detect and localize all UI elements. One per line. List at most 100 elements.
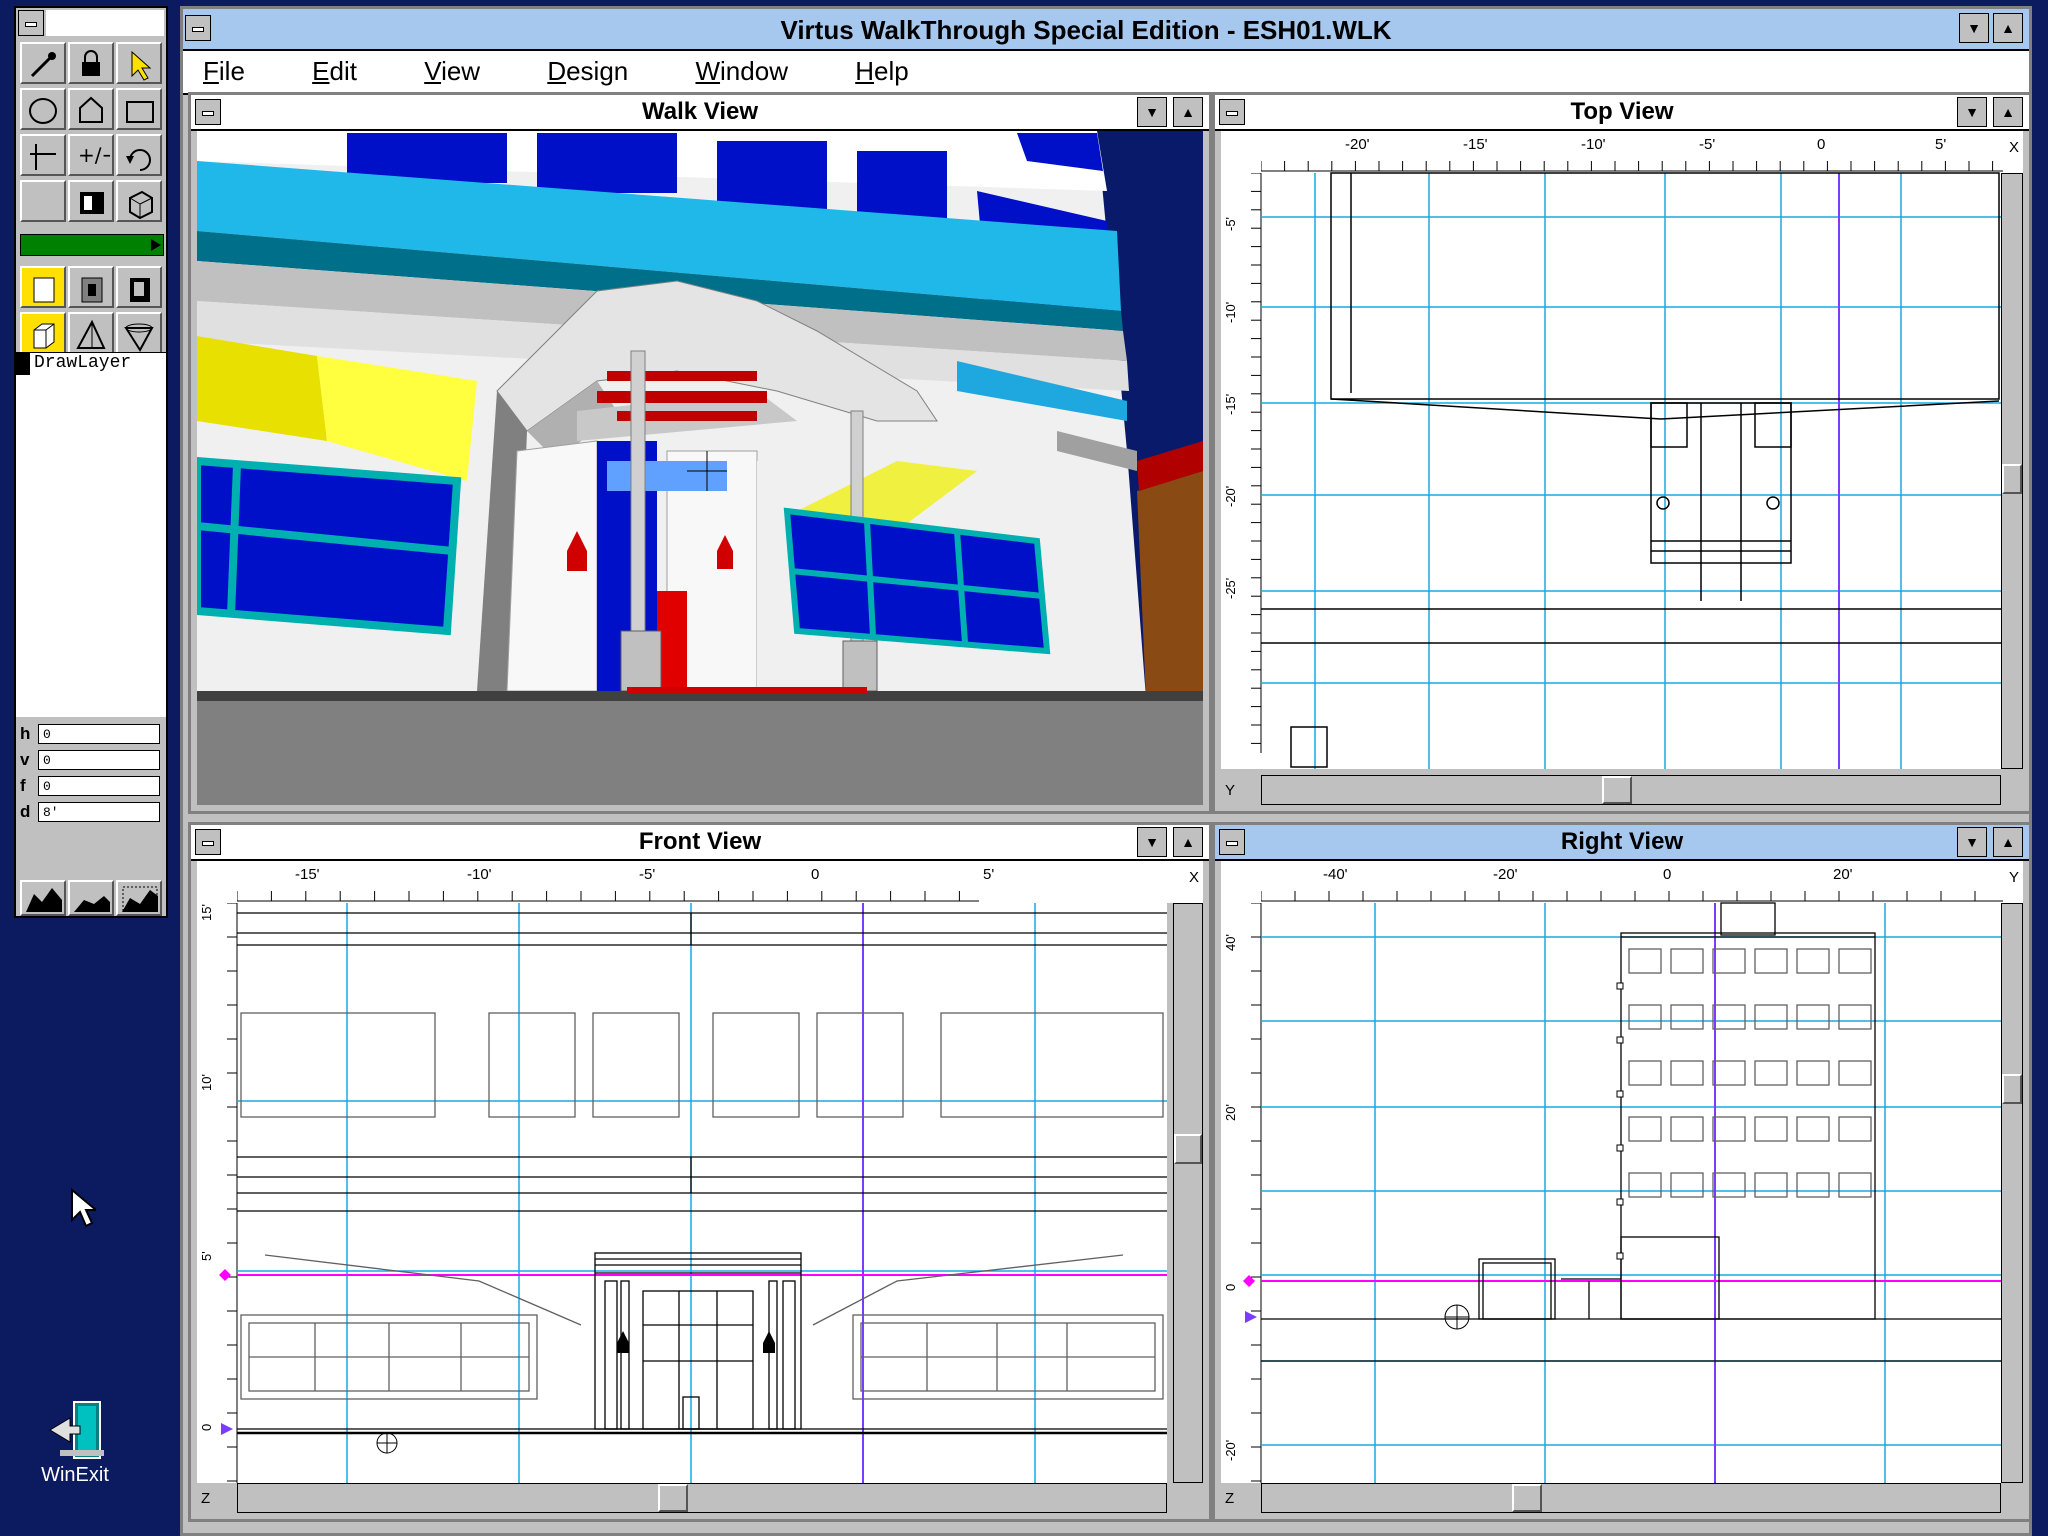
walk-view-canvas[interactable] [197,131,1203,805]
menu-window[interactable]: Window [695,56,817,86]
object-3d-tool-button[interactable] [116,180,162,222]
front-view-minimize-button[interactable]: ▼ [1137,827,1167,857]
terrain-select-icon [122,886,158,912]
top-vscroll-thumb[interactable] [2002,464,2022,494]
right-view-window: Right View ▼ ▲ -40' -20' 0 20' 40' 20' 0 -20' [1212,822,2032,1522]
right-view-minimize-button[interactable]: ▼ [1957,827,1987,857]
top-horizontal-scrollbar[interactable] [1261,775,2001,805]
field-h-input[interactable] [38,724,160,744]
field-v-input[interactable] [38,750,160,770]
polygon-icon [79,96,103,123]
add-subtract-icon: +∕− [78,143,110,167]
yellow-block-tool-button[interactable] [20,266,66,308]
menu-edit-rest: dit [329,56,357,86]
front-view-title[interactable]: Front View [191,825,1209,861]
menu-view[interactable]: View [424,56,510,86]
menu-help[interactable]: Help [855,56,938,86]
terrain-low-button[interactable] [68,880,114,916]
pyramid-tool-button[interactable] [68,312,114,354]
ruler-y-label: -10' [1223,302,1238,323]
right-view-title[interactable]: Right View [1215,825,2029,861]
field-d-input[interactable] [38,802,160,822]
slice-tool-button[interactable] [20,134,66,176]
front-vscroll-thumb[interactable] [1174,1134,1202,1164]
front-axis-y-label: Z [201,1490,211,1507]
eyedropper-icon [30,52,56,78]
front-camera-icon [376,1432,398,1454]
menu-edit[interactable]: Edit [312,56,387,86]
menu-design-rest: esign [566,56,629,86]
front-view-window: Front View ▼ ▲ -15' -10' -5' 0 5' 15' 10' 5' 0 [188,822,1212,1522]
ruler-x-label: -5' [1699,136,1715,153]
walk-view-maximize-button[interactable]: ▲ [1173,97,1203,127]
front-hscroll-thumb[interactable] [658,1484,688,1512]
field-f-input[interactable] [38,776,160,796]
walk-view-system-button[interactable] [195,99,221,125]
toolbox-system-menu-button[interactable] [18,10,44,36]
desktop-icon-winexit[interactable]: WinExit [30,1400,120,1490]
walk-view-minimize-button[interactable]: ▼ [1137,97,1167,127]
main-title-bar[interactable]: Virtus WalkThrough Special Edition - ESH… [183,9,2029,51]
layer-name[interactable]: DrawLayer [34,353,131,373]
right-view-canvas[interactable]: -40' -20' 0 20' 40' 20' 0 -20' Y Z [1221,861,2023,1513]
right-view-system-button[interactable] [1219,829,1245,855]
field-d: d [20,802,160,824]
top-view-minimize-button[interactable]: ▼ [1957,97,1987,127]
right-vertical-scrollbar[interactable] [2001,903,2023,1483]
maximize-button[interactable]: ▲ [1993,13,2023,43]
terrain-high-button[interactable] [20,880,66,916]
door-exit-icon [49,1401,104,1459]
menu-file[interactable]: File [203,56,275,86]
top-view-maximize-button[interactable]: ▲ [1993,97,2023,127]
right-vscroll-thumb[interactable] [2002,1074,2022,1104]
front-vertical-scrollbar[interactable] [1173,903,1203,1483]
arrow-select-tool-button[interactable] [116,42,162,84]
blank-tool-button[interactable] [20,180,66,222]
polygon-tool-button[interactable] [68,88,114,130]
app-title: Virtus WalkThrough Special Edition - ESH… [780,15,1392,45]
cone-icon [124,323,154,352]
walk-view-3d-render [197,131,1203,805]
cube-tool-button[interactable] [20,312,66,354]
top-hscroll-thumb[interactable] [1602,776,1632,804]
menu-help-rest: elp [873,56,909,86]
rotate-tool-button[interactable] [116,134,162,176]
top-view-canvas[interactable]: -25'-20'-15'-10'-5'05' -5'-10'-15'-20'-2… [1221,131,2023,805]
shadow-block-tool-button[interactable] [116,266,162,308]
top-view-system-button[interactable] [1219,99,1245,125]
ruler-x-label: -10' [467,866,492,883]
ruler-x-label: -15' [1463,136,1488,153]
top-vertical-scrollbar[interactable] [2001,173,2023,769]
front-view-canvas[interactable]: -15' -10' -5' 0 5' 15' 10' 5' 0 X Z [197,861,1203,1513]
layer-list[interactable]: DrawLayer [16,352,166,717]
terrain-select-button[interactable] [116,880,162,916]
ruler-y-label: -20' [1223,486,1238,507]
texture-block-tool-button[interactable] [68,266,114,308]
front-view-maximize-button[interactable]: ▲ [1173,827,1203,857]
lock-tool-button[interactable] [68,42,114,84]
ruler-x-label: 0 [1663,866,1671,883]
ruler-x-label: 5' [1935,136,1946,153]
cone-tool-button[interactable] [116,312,162,354]
front-horizontal-scrollbar[interactable] [237,1483,1167,1513]
eyedropper-tool-button[interactable] [20,42,66,84]
minimize-button[interactable]: ▼ [1959,13,1989,43]
toolbox-title-bar[interactable] [46,10,164,36]
walk-view-window: Walk View ▼ ▲ [188,92,1212,814]
top-view-title[interactable]: Top View [1215,95,2029,131]
right-view-maximize-button[interactable]: ▲ [1993,827,2023,857]
menu-design[interactable]: Design [547,56,658,86]
add-subtract-tool-button[interactable]: +∕− [68,134,114,176]
right-horizontal-scrollbar[interactable] [1261,1483,2001,1513]
color-bar[interactable] [20,234,164,256]
right-hscroll-thumb[interactable] [1512,1484,1542,1512]
main-system-menu-button[interactable] [185,15,211,41]
yellow-block-icon [33,277,55,303]
rectangle-tool-button[interactable] [116,88,162,130]
ruler-x-label: -40' [1323,866,1348,883]
oval-tool-button[interactable] [20,88,66,130]
front-view-system-button[interactable] [195,829,221,855]
top-axis-y-label: Y [1225,782,1236,799]
surface-editor-tool-button[interactable] [68,180,114,222]
walk-view-title[interactable]: Walk View [191,95,1209,131]
